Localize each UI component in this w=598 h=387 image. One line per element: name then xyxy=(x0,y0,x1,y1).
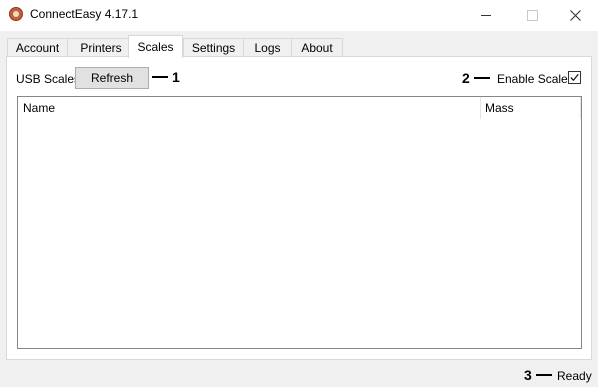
enable-scales-checkbox[interactable] xyxy=(568,71,581,84)
scales-list[interactable]: Name Mass xyxy=(17,96,582,349)
callout-number: 1 xyxy=(172,69,180,85)
status-text: Ready xyxy=(557,369,592,383)
minimize-icon xyxy=(481,15,491,16)
minimize-button[interactable] xyxy=(463,0,509,31)
tab-scales[interactable]: Scales xyxy=(128,35,183,58)
app-window: ConnectEasy 4.17.1 Account Printers Sett… xyxy=(0,0,598,387)
scales-panel: USB Scales Refresh 1 2 Enable Scales Nam… xyxy=(6,56,592,360)
callout-1: 1 xyxy=(152,69,180,85)
callout-dash xyxy=(152,76,168,78)
tab-printers[interactable]: Printers xyxy=(67,38,135,57)
status-bar: 3 Ready xyxy=(0,363,598,387)
callout-dash xyxy=(473,77,490,79)
maximize-button[interactable] xyxy=(509,0,555,31)
window-title: ConnectEasy 4.17.1 xyxy=(30,7,139,21)
column-header-name[interactable]: Name xyxy=(18,97,481,119)
title-bar[interactable]: ConnectEasy 4.17.1 xyxy=(0,0,598,31)
callout-dash xyxy=(535,374,552,376)
app-logo-icon xyxy=(9,7,23,21)
tab-about[interactable]: About xyxy=(291,38,343,57)
enable-scales-label: Enable Scales xyxy=(497,72,574,86)
column-header-mass[interactable]: Mass xyxy=(481,97,581,119)
close-icon xyxy=(569,10,581,21)
refresh-button[interactable]: Refresh xyxy=(75,67,149,89)
tab-settings[interactable]: Settings xyxy=(183,38,244,57)
list-header: Name Mass xyxy=(18,97,581,119)
callout-3: 3 xyxy=(524,367,552,383)
close-button[interactable] xyxy=(552,0,598,31)
tab-account[interactable]: Account xyxy=(7,38,68,57)
callout-number: 3 xyxy=(524,367,532,383)
checkmark-icon xyxy=(570,73,579,82)
tab-logs[interactable]: Logs xyxy=(243,38,292,57)
usb-scales-label: USB Scales xyxy=(16,72,81,86)
maximize-icon xyxy=(526,10,538,21)
callout-number: 2 xyxy=(462,70,470,86)
callout-2: 2 xyxy=(462,70,490,86)
